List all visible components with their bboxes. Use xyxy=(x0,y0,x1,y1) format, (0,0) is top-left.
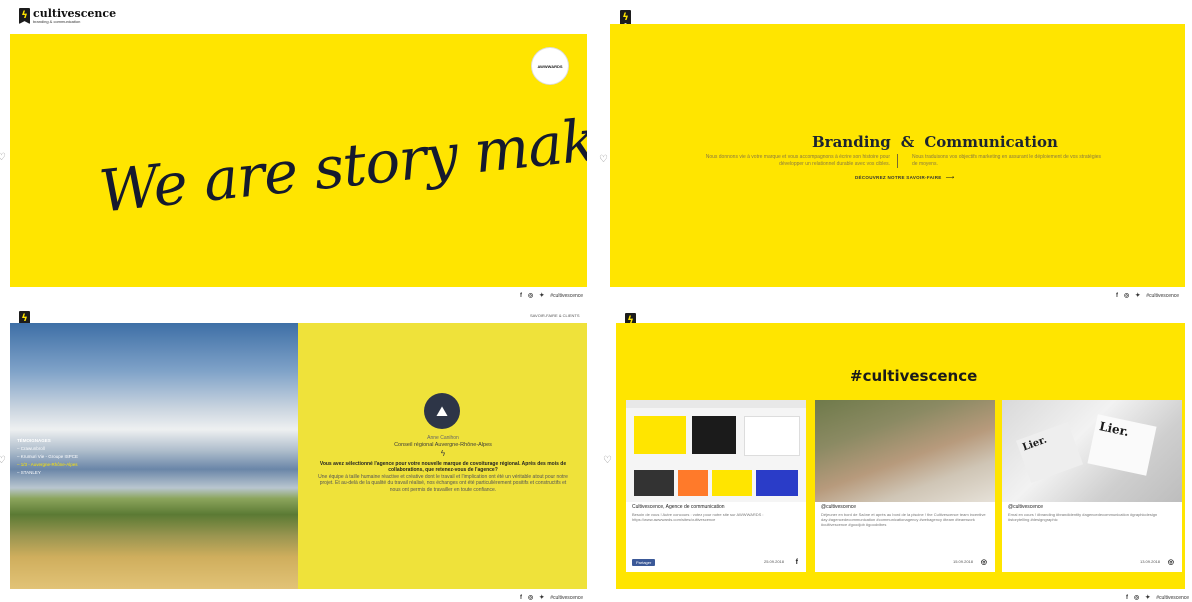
like-heart-icon[interactable]: ♡ xyxy=(0,152,6,163)
instagram-icon[interactable]: ◎ xyxy=(1168,558,1174,566)
mini-tile xyxy=(712,470,752,496)
client-logo-icon: ⛰ xyxy=(424,393,460,429)
feed-card[interactable]: @cultivescence Déjeuner en bord de Saône… xyxy=(815,400,995,572)
services-divider xyxy=(897,154,898,168)
facebook-icon[interactable]: f xyxy=(520,293,522,299)
print-sample: Lier. xyxy=(1015,421,1084,484)
print-sample: Lier. xyxy=(1087,414,1157,476)
testimonials-nav-item[interactable]: – STANLEY xyxy=(17,469,78,477)
services-banner: Branding & Communication Nous donnons vi… xyxy=(610,24,1185,287)
hero-headline: We are story makers! xyxy=(96,94,587,226)
card-screenshot-image xyxy=(626,400,806,502)
arrow-right-icon: ⟶ xyxy=(945,175,955,181)
instagram-icon[interactable]: ◎ xyxy=(981,558,987,566)
card-date: 15.09.2018 xyxy=(952,559,973,564)
social-links: f ◎ ✦ #cultivescence xyxy=(520,292,583,300)
breadcrumb[interactable]: SAVOIR-FAIRE & CLIENTS xyxy=(530,313,580,318)
panel-services: ϟ Branding & Communication Nous donnons … xyxy=(596,0,1192,301)
social-links: f ◎ ✦ #cultivescence xyxy=(1116,292,1179,300)
testimonial-question: Vous avez sélectionné l'agence pour votr… xyxy=(319,460,567,474)
mini-browser-bar xyxy=(626,400,806,408)
card-text: Ernai en cours ! #branding #brandidentit… xyxy=(1008,512,1158,522)
communication-title: Communication xyxy=(924,133,1058,151)
like-heart-icon[interactable]: ♡ xyxy=(0,455,6,466)
card-text: Déjeuner en bord de Saône et après au bo… xyxy=(821,512,986,527)
testimonial-content: Anne Canihon Conseil régional Auvergne-R… xyxy=(318,435,568,493)
testimonials-nav-item-active[interactable]: – 1/3 - Auvergne-Rhône-Alpes xyxy=(17,461,78,469)
card-text: Besoin de vous ! Autre concours : votez … xyxy=(632,512,764,522)
feed-card[interactable]: Cultivescence, Agence de communication B… xyxy=(626,400,806,572)
instagram-icon[interactable]: ◎ xyxy=(528,292,533,299)
twitter-icon[interactable]: ✦ xyxy=(1145,594,1150,601)
mini-tile xyxy=(756,470,798,496)
feed-title: #cultivescence xyxy=(850,367,978,385)
hashtag-link[interactable]: #cultivescence xyxy=(1146,293,1179,299)
mini-tile xyxy=(634,470,674,496)
mini-tile xyxy=(692,416,736,454)
card-title: @cultivescence xyxy=(1008,504,1044,510)
twitter-icon[interactable]: ✦ xyxy=(1135,292,1140,299)
hashtag-link[interactable]: #cultivescence xyxy=(1156,595,1189,601)
services-title: Branding & Communication xyxy=(812,133,1058,151)
panel-hero: ϟ cultivescence branding & communication… xyxy=(0,0,596,301)
hashtag-link[interactable]: #cultivescence xyxy=(550,595,583,601)
social-links: f ◎ ✦ #cultivescence xyxy=(520,594,583,602)
like-heart-icon[interactable]: ♡ xyxy=(603,455,612,466)
feed-card[interactable]: Lier. Lier. @cultivescence Ernai en cour… xyxy=(1002,400,1182,572)
twitter-icon[interactable]: ✦ xyxy=(539,292,544,299)
card-title: Cultivescence, Agence de communication xyxy=(632,504,725,510)
instagram-icon[interactable]: ◎ xyxy=(1124,292,1129,299)
facebook-icon[interactable]: f xyxy=(520,595,522,601)
social-links: f ◎ ✦ #cultivescence xyxy=(1126,594,1189,602)
awards-badge[interactable]: AWWWARDS xyxy=(532,48,568,84)
panel-testimonials: ϟ SAVOIR-FAIRE & CLIENTS TÉMOIGNAGES – C… xyxy=(0,301,596,602)
card-title: @cultivescence xyxy=(821,504,857,510)
testimonials-nav-title: TÉMOIGNAGES xyxy=(17,438,51,443)
services-cta[interactable]: DÉCOUVREZ NOTRE SAVOIR-FAIRE ⟶ xyxy=(855,174,954,181)
testimonials-nav: TÉMOIGNAGES – Crawunbroll – Krumuri Vie … xyxy=(17,437,78,477)
mini-tile xyxy=(634,416,686,454)
brand-name: cultivescence xyxy=(33,7,117,20)
like-heart-icon[interactable]: ♡ xyxy=(599,154,608,165)
hashtag-link[interactable]: #cultivescence xyxy=(550,293,583,299)
awards-badge-text: AWWWARDS xyxy=(537,63,563,69)
testimonials-nav-item[interactable]: – Krumuri Vie - Groupe ISPCE xyxy=(17,453,78,461)
instagram-icon[interactable]: ◎ xyxy=(528,594,533,601)
branding-description: Nous donnons vie à votre marque et vous … xyxy=(705,154,890,167)
facebook-icon[interactable]: f xyxy=(796,559,798,566)
facebook-icon[interactable]: f xyxy=(1126,595,1128,601)
mini-tile xyxy=(744,416,800,456)
facebook-icon[interactable]: f xyxy=(1116,293,1118,299)
card-photo-print: Lier. Lier. xyxy=(1002,400,1182,502)
quote-icon: ϟ xyxy=(440,449,446,458)
person-organization: Conseil régional Auvergne-Rhône-Alpes xyxy=(394,441,492,448)
branding-title: Branding xyxy=(812,133,891,151)
card-photo-team-lunch xyxy=(815,400,995,502)
logo-icon: ϟ xyxy=(19,8,30,24)
card-date: 13.09.2018 xyxy=(1139,559,1160,564)
share-button[interactable]: Partager xyxy=(632,559,656,566)
ampersand: & xyxy=(900,133,915,151)
brand-logo[interactable]: ϟ cultivescence branding & communication xyxy=(19,8,116,24)
card-date: 25.09.2018 xyxy=(763,559,784,564)
mini-tile xyxy=(678,470,708,496)
panel-social-feed: ϟ #cultivescence Cultivescence, Agence d… xyxy=(596,301,1192,602)
communication-description: Nous traduisons vos objectifs marketing … xyxy=(912,154,1101,167)
instagram-icon[interactable]: ◎ xyxy=(1134,594,1139,601)
services-cta-label: DÉCOUVREZ NOTRE SAVOIR-FAIRE xyxy=(855,175,942,180)
twitter-icon[interactable]: ✦ xyxy=(539,594,544,601)
hero-banner: We are story makers! AWWWARDS xyxy=(10,34,587,287)
feed-banner: #cultivescence Cultivescence, Agence de … xyxy=(616,323,1185,589)
testimonial-answer: Une équipe à taille humaine réactive et … xyxy=(318,473,568,493)
testimonials-nav-item[interactable]: – Crawunbroll xyxy=(17,445,78,453)
testimonial-panel: ⛰ Anne Canihon Conseil régional Auvergne… xyxy=(298,323,587,589)
